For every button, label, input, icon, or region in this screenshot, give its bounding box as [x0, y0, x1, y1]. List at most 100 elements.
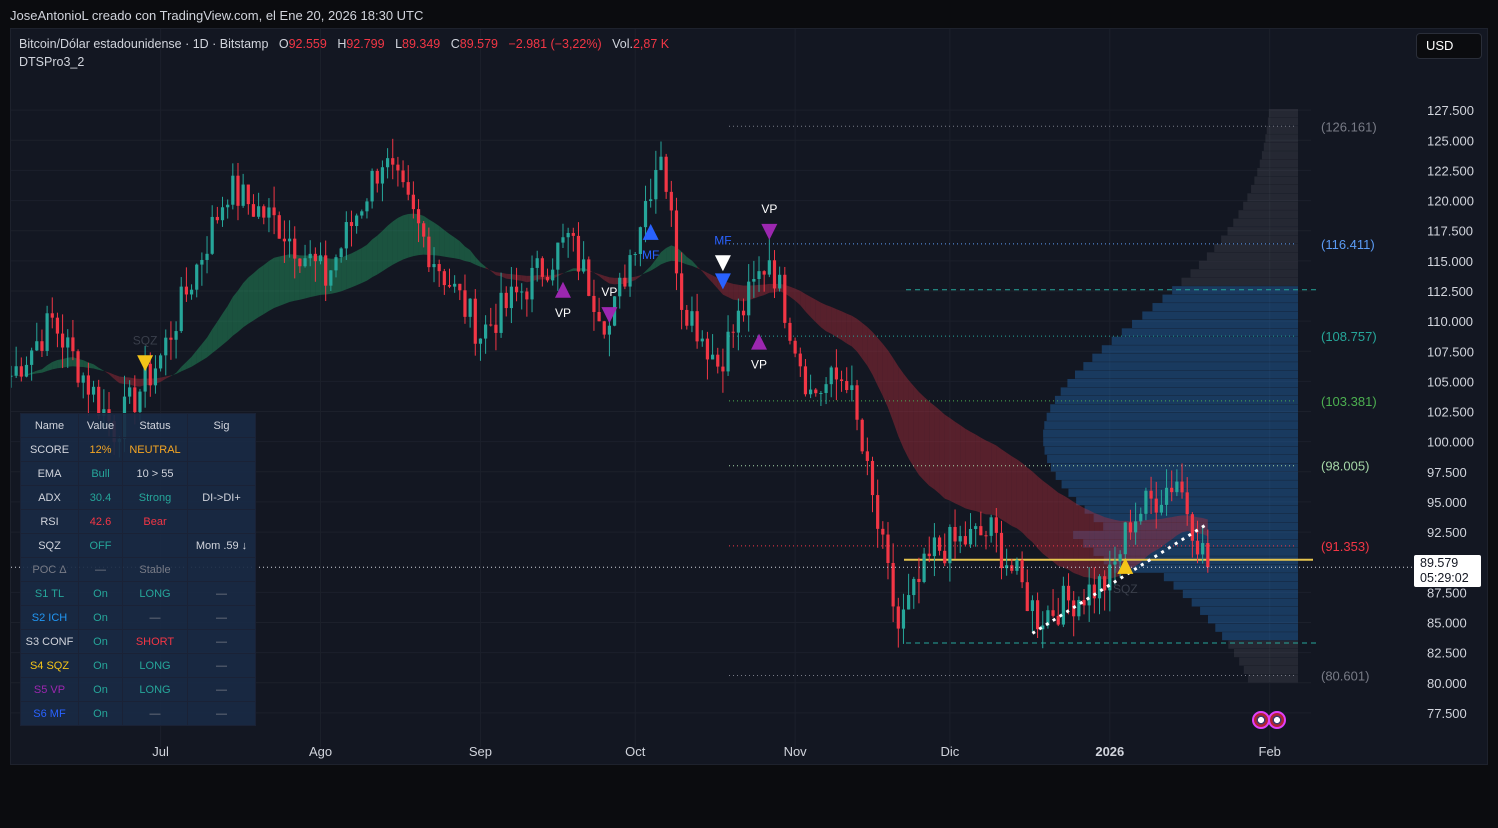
candle-body	[391, 158, 395, 165]
ema-cloud-segment	[268, 257, 275, 311]
volume-profile-bar	[1257, 168, 1298, 177]
candle-body	[772, 260, 777, 289]
dashboard-cell-sig: —	[187, 653, 256, 678]
ema-cloud-segment	[893, 358, 899, 437]
candle-body	[215, 216, 219, 221]
price-axis-label: 112.500	[1427, 284, 1473, 299]
candle-body	[401, 170, 405, 183]
dashboard-cell-name: SCORE	[20, 437, 79, 462]
candle-body	[762, 271, 766, 275]
ema-cloud-segment	[212, 321, 218, 354]
volume-profile-bar	[1101, 345, 1298, 354]
candle-body	[509, 286, 513, 309]
volume-profile-bar	[1121, 328, 1298, 337]
volume-profile-bar	[1267, 117, 1298, 126]
economic-events[interactable]	[1252, 711, 1287, 734]
volume-profile-bar	[1191, 598, 1298, 607]
candle-body	[974, 526, 978, 529]
ema-cloud-segment	[274, 256, 280, 309]
price-axis-label: 107.500	[1427, 344, 1474, 359]
ema-cloud-segment	[1089, 510, 1095, 580]
ema-cloud-segment	[47, 361, 53, 371]
price-axis-label: 122.500	[1427, 163, 1474, 178]
candle-body	[654, 169, 658, 200]
volume-profile-bar	[1206, 252, 1298, 261]
ema-cloud-segment	[1011, 456, 1017, 529]
dashboard-cell-name: SQZ	[20, 533, 79, 558]
volume-profile-bar	[1228, 640, 1298, 649]
ema-cloud-segment	[480, 262, 486, 269]
time-axis-label: Feb	[1259, 744, 1281, 759]
dashboard-cell-sig	[187, 461, 256, 486]
candle-body	[545, 276, 550, 281]
candle-body	[736, 310, 740, 333]
candle-body	[1118, 554, 1122, 562]
level-label: (98.005)	[1321, 459, 1369, 474]
candle-body	[138, 391, 142, 413]
ema-cloud-segment	[1182, 515, 1188, 533]
candle-body	[674, 210, 679, 274]
ema-cloud-segment	[253, 268, 259, 321]
candle-body	[551, 269, 555, 281]
candle-body	[685, 309, 689, 326]
candle-body	[293, 238, 297, 259]
volume-profile-bar	[1181, 277, 1298, 286]
dashboard-cell-status: NEUTRAL	[122, 437, 188, 462]
dashboard-cell-status: Stable	[122, 557, 188, 582]
volume-profile-bar	[1254, 176, 1298, 185]
candle-body	[349, 222, 354, 227]
ema-cloud-segment	[403, 213, 409, 260]
ema-cloud-segment	[372, 235, 378, 278]
candle-body	[128, 387, 132, 397]
ema-cloud-segment	[557, 273, 563, 277]
candle-body	[11, 375, 13, 377]
ema-cloud-segment	[41, 365, 48, 373]
volume-profile-bar	[1207, 615, 1298, 624]
candle-body	[937, 537, 942, 551]
candle-body	[623, 277, 627, 287]
ema-cloud-segment	[831, 306, 837, 337]
last-price-value: 89.579	[1420, 556, 1459, 570]
ema-cloud-segment	[965, 428, 971, 510]
dashboard-cell-sig	[187, 509, 256, 534]
candle-body	[1025, 582, 1029, 612]
level-label: (116.411)	[1321, 237, 1375, 252]
ema-cloud-segment	[444, 230, 450, 258]
ema-cloud-segment	[661, 247, 667, 265]
us-flag-icon[interactable]	[1252, 711, 1270, 729]
ema-cloud-segment	[459, 241, 465, 261]
candle-body	[164, 337, 168, 356]
dashboard-cell-status: Strong	[122, 485, 188, 510]
price-axis-label: 117.500	[1427, 224, 1473, 239]
ema-cloud-segment	[996, 445, 1002, 520]
ema-cloud-segment	[970, 431, 976, 512]
candle-body	[169, 337, 173, 340]
candle-body	[318, 255, 323, 262]
ema-cloud-segment	[248, 273, 254, 324]
dashboard-cell-status: LONG	[122, 677, 188, 702]
ema-cloud-segment	[913, 386, 919, 475]
candle-body	[540, 258, 544, 277]
candle-body	[277, 215, 281, 239]
volume-profile-bar	[1243, 201, 1298, 210]
candle-body	[968, 528, 973, 545]
candle-body	[1139, 513, 1143, 522]
ema-cloud-segment	[944, 414, 950, 501]
currency-button[interactable]: USD	[1416, 33, 1482, 59]
volume-profile-bar	[1152, 303, 1298, 312]
candle-body	[375, 170, 379, 184]
indicator-legend[interactable]: DTSPro3_2	[19, 55, 84, 69]
candle-body	[520, 291, 524, 293]
ema-cloud-segment	[495, 272, 502, 277]
ema-cloud-segment	[176, 366, 182, 375]
volume-profile-bar	[1243, 665, 1298, 675]
candle-body	[60, 333, 65, 348]
dashboard-cell-name: S6 MF	[20, 701, 79, 726]
candle-body	[530, 267, 534, 300]
price-axis-label: 87.500	[1427, 585, 1467, 600]
candle-body	[246, 184, 250, 205]
ema-cloud-segment	[599, 273, 605, 281]
candle-body	[1144, 490, 1148, 514]
symbol-name[interactable]: Bitcoin/Dólar estadounidense · 1D · Bits…	[19, 37, 268, 51]
dashboard-cell-value: 42.6	[78, 509, 123, 534]
